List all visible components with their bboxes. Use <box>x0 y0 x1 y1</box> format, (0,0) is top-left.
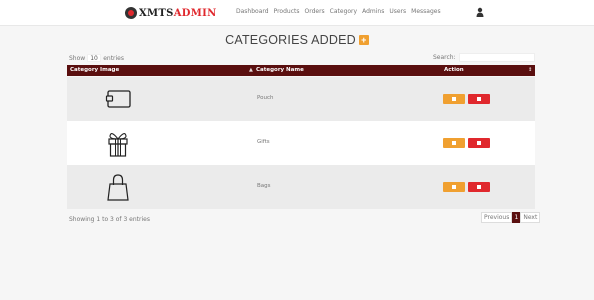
column-category-image[interactable]: Category Image <box>70 67 119 73</box>
nav-admins[interactable]: Admins <box>362 8 384 15</box>
table-header: Category Image ▲ Category Name Action ↕ <box>67 65 535 76</box>
next-page-button[interactable]: Next <box>520 212 541 223</box>
category-name: Gifts <box>257 139 270 145</box>
add-category-icon[interactable]: + <box>358 35 369 45</box>
nav-orders[interactable]: Orders <box>304 8 324 15</box>
nav-users[interactable]: Users <box>389 8 406 15</box>
table-info: Showing 1 to 3 of 3 entries <box>69 216 150 223</box>
delete-button[interactable] <box>468 138 490 148</box>
search-input[interactable] <box>458 53 535 62</box>
pouch-icon <box>105 90 131 108</box>
edit-button[interactable] <box>443 94 465 104</box>
delete-button[interactable] <box>468 94 490 104</box>
brand-name: XMTS <box>139 7 174 19</box>
pagination: Previous 1 Next <box>481 212 541 223</box>
table-row: Bags <box>67 165 535 209</box>
trash-icon <box>477 97 481 101</box>
edit-icon <box>452 185 456 189</box>
delete-button[interactable] <box>468 182 490 192</box>
show-label: Show <box>69 54 86 62</box>
top-navbar: XMTSADMIN Dashboard Products Orders Cate… <box>0 0 594 26</box>
table-search: Search: <box>433 53 535 62</box>
bag-icon <box>107 174 129 201</box>
edit-button[interactable] <box>443 138 465 148</box>
category-name: Bags <box>257 183 271 189</box>
entries-select[interactable]: 10 <box>87 54 102 62</box>
brand-suffix: ADMIN <box>173 7 217 19</box>
edit-icon <box>452 97 456 101</box>
user-icon[interactable] <box>476 7 484 17</box>
nav-dashboard[interactable]: Dashboard <box>236 8 269 15</box>
nav-products[interactable]: Products <box>274 8 300 15</box>
brand-logo[interactable]: XMTSADMIN <box>124 5 217 21</box>
brand-emblem-icon <box>125 7 137 19</box>
category-name: Pouch <box>257 95 274 101</box>
trash-icon <box>477 141 481 145</box>
gift-icon <box>108 133 128 157</box>
column-category-name[interactable]: Category Name <box>256 67 304 73</box>
edit-button[interactable] <box>443 182 465 192</box>
entries-length-control: Show 10 entries <box>69 54 124 62</box>
trash-icon <box>477 185 481 189</box>
current-page-button[interactable]: 1 <box>512 212 521 223</box>
column-action[interactable]: Action <box>444 67 464 73</box>
page-title-text: CATEGORIES ADDED <box>225 33 356 47</box>
sort-ascending-icon: ▲ <box>249 67 253 73</box>
table-row: Gifts <box>67 121 535 165</box>
table-row: Pouch <box>67 77 535 121</box>
search-label: Search: <box>433 54 456 61</box>
previous-page-button[interactable]: Previous <box>481 212 513 223</box>
page-title: CATEGORIES ADDED + <box>0 33 594 47</box>
nav-messages[interactable]: Messages <box>411 8 440 15</box>
edit-icon <box>452 141 456 145</box>
entries-label: entries <box>103 54 125 62</box>
sort-icon: ↕ <box>528 67 533 73</box>
main-nav: Dashboard Products Orders Category Admin… <box>236 8 441 15</box>
nav-category[interactable]: Category <box>330 8 357 15</box>
